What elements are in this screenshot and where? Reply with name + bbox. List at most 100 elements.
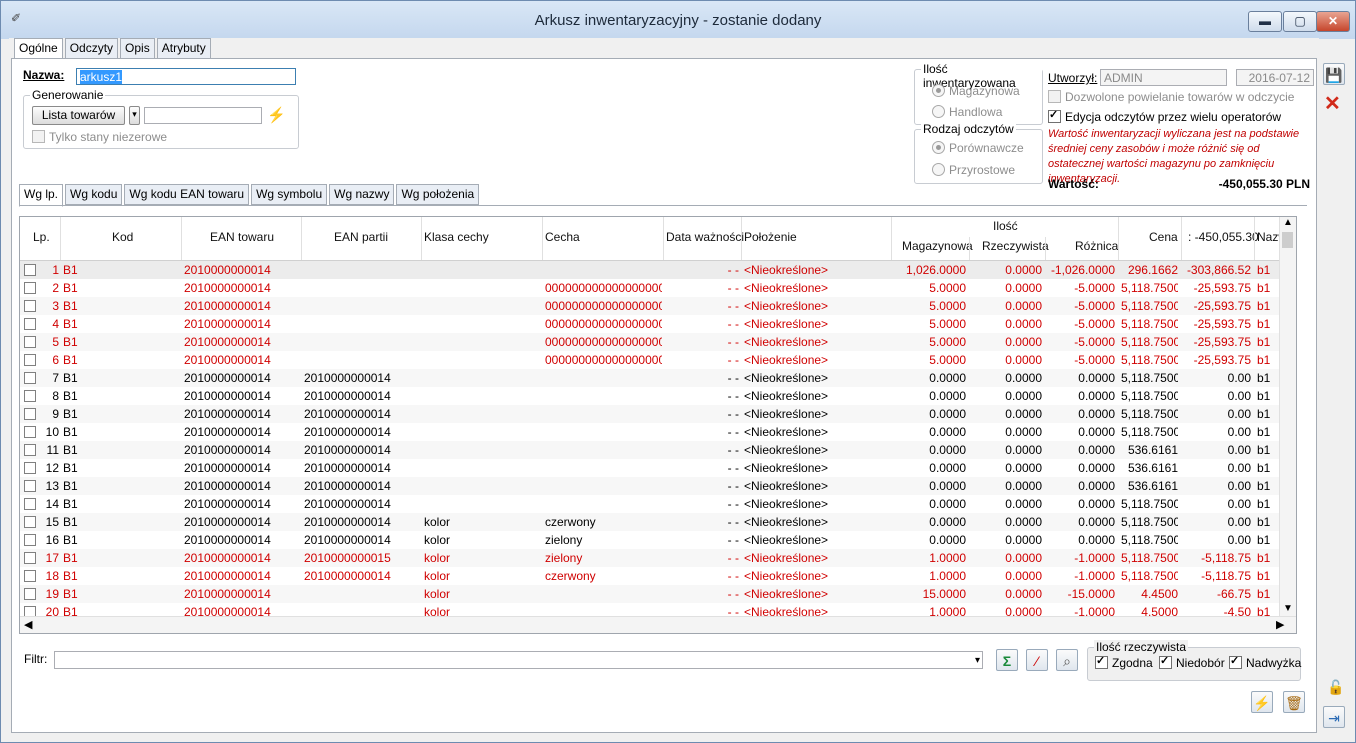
col-cena[interactable]: Cena [1149, 230, 1178, 244]
radio-magazynowa[interactable]: Magazynowa [932, 84, 1020, 98]
table-row[interactable]: 3 B1 2010000000014 0000000000000000002 - - <N… [20, 297, 1286, 315]
tab-wg-lp[interactable]: Wg lp. [19, 184, 64, 207]
cell-mag: 0.0000 [929, 515, 966, 529]
filter-builder-icon[interactable]: ⌕ [1056, 649, 1078, 671]
sum-icon[interactable]: Σ [996, 649, 1018, 671]
trash-icon[interactable]: 🗑 [1283, 691, 1305, 713]
lista-towarow-button[interactable]: Lista towarów [32, 106, 125, 125]
col-klasa-cechy[interactable]: Klasa cechy [424, 230, 489, 244]
minimize-button[interactable]: ▬ [1248, 11, 1282, 32]
col-lp[interactable]: Lp. [33, 230, 50, 244]
row-checkbox[interactable] [24, 444, 36, 456]
name-field[interactable]: arkusz1 [76, 68, 296, 85]
table-row[interactable]: 11 B1 2010000000014 2010000000014 - - <Nieokr… [20, 441, 1286, 459]
col-polozenie[interactable]: Położenie [744, 230, 797, 244]
pin-icon[interactable]: ⇥ [1323, 706, 1345, 728]
cell-wart: 0.00 [1227, 497, 1251, 511]
dozwolone-checkbox[interactable]: Dozwolone powielanie towarów w odczycie [1048, 90, 1294, 104]
maximize-button[interactable]: ▢ [1283, 11, 1317, 32]
tab-odczyty[interactable]: Odczyty [64, 38, 119, 59]
tab-wg-kodu-ean[interactable]: Wg kodu EAN towaru [124, 184, 250, 205]
radio-porownawcze[interactable]: Porównawcze [932, 141, 1024, 155]
filter-input[interactable]: ▾ [54, 651, 983, 669]
tab-wg-nazwy[interactable]: Wg nazwy [329, 184, 395, 205]
row-checkbox[interactable] [24, 462, 36, 474]
col-magazynowa[interactable]: Magazynowa [902, 239, 973, 253]
row-checkbox[interactable] [24, 318, 36, 330]
col-rzeczywista[interactable]: Rzeczywista [982, 239, 1049, 253]
unlock-icon[interactable]: 🔓 [1327, 679, 1344, 696]
table-row[interactable]: 12 B1 2010000000014 2010000000014 - - <Nieokr… [20, 459, 1286, 477]
vertical-scrollbar[interactable]: ▲ ▼ [1279, 217, 1296, 617]
row-checkbox[interactable] [24, 498, 36, 510]
tab-wg-symbolu[interactable]: Wg symbolu [251, 184, 328, 205]
scroll-down-icon[interactable]: ▼ [1283, 603, 1293, 614]
tab-wg-polozenia[interactable]: Wg położenia [396, 184, 480, 205]
row-checkbox[interactable] [24, 354, 36, 366]
row-checkbox[interactable] [24, 570, 36, 582]
table-row[interactable]: 13 B1 2010000000014 2010000000014 - - <Nieokr… [20, 477, 1286, 495]
col-wartosc[interactable]: : -450,055.30 [1188, 230, 1259, 244]
table-row[interactable]: 14 B1 2010000000014 2010000000014 - - <Nieokr… [20, 495, 1286, 513]
table-row[interactable]: 4 B1 2010000000014 0000000000000000003 - - <N… [20, 315, 1286, 333]
table-row[interactable]: 6 B1 2010000000014 0000000000000000005 - - <N… [20, 351, 1286, 369]
col-roznica[interactable]: Różnica [1075, 239, 1118, 253]
scroll-left-icon[interactable]: ◀ [24, 618, 32, 631]
save-icon[interactable]: 💾 [1323, 63, 1345, 85]
table-row[interactable]: 5 B1 2010000000014 0000000000000000004 - - <N… [20, 333, 1286, 351]
tab-atrybuty[interactable]: Atrybuty [156, 38, 211, 59]
scroll-up-icon[interactable]: ▲ [1283, 217, 1293, 228]
table-row[interactable]: 18 B1 2010000000014 2010000000014 kolor czerw… [20, 567, 1286, 585]
table-row[interactable]: 7 B1 2010000000014 2010000000014 - - <Nieokre… [20, 369, 1286, 387]
row-checkbox[interactable] [24, 372, 36, 384]
table-row[interactable]: 16 B1 2010000000014 2010000000014 kolor zielo… [20, 531, 1286, 549]
row-checkbox[interactable] [24, 480, 36, 492]
table-row[interactable]: 10 B1 2010000000014 2010000000014 - - <Nieokr… [20, 423, 1286, 441]
row-checkbox[interactable] [24, 516, 36, 528]
generate-source-field[interactable] [144, 107, 262, 124]
table-row[interactable]: 8 B1 2010000000014 2010000000014 - - <Nieokre… [20, 387, 1286, 405]
row-checkbox[interactable] [24, 264, 36, 276]
col-kod[interactable]: Kod [112, 230, 133, 244]
row-checkbox[interactable] [24, 552, 36, 564]
clear-filter-icon[interactable]: ⁄ [1026, 649, 1048, 671]
lightning-icon[interactable]: ⚡ [267, 106, 286, 124]
niedobor-checkbox[interactable]: Niedobór [1159, 656, 1225, 670]
lista-dropdown-button[interactable]: ▾ [129, 106, 140, 125]
table-row[interactable]: 17 B1 2010000000014 2010000000015 kolor zielo… [20, 549, 1286, 567]
zgodna-checkbox[interactable]: Zgodna [1095, 656, 1153, 670]
horizontal-scrollbar[interactable]: ◀ ▶ [20, 616, 1296, 633]
row-checkbox[interactable] [24, 390, 36, 402]
filter-dropdown-icon[interactable]: ▾ [975, 652, 980, 669]
col-cecha[interactable]: Cecha [545, 230, 580, 244]
only-nonzero-checkbox[interactable]: Tylko stany niezerowe [32, 130, 167, 144]
row-checkbox[interactable] [24, 588, 36, 600]
row-checkbox[interactable] [24, 408, 36, 420]
row-checkbox[interactable] [24, 300, 36, 312]
radio-przyrostowe[interactable]: Przyrostowe [932, 163, 1015, 177]
table-row[interactable]: 19 B1 2010000000014 kolor - - <Nieokreślone> 1… [20, 585, 1286, 603]
col-ean-towaru[interactable]: EAN towaru [210, 230, 274, 244]
col-data-waznosci[interactable]: Data ważności [666, 230, 744, 244]
col-ean-partii[interactable]: EAN partii [334, 230, 388, 244]
vertical-scroll-thumb[interactable] [1282, 232, 1293, 248]
table-row[interactable]: 1 B1 2010000000014 - - <Nieokreślone> 1,026.0… [20, 261, 1286, 279]
row-checkbox[interactable] [24, 534, 36, 546]
row-checkbox[interactable] [24, 282, 36, 294]
table-row[interactable]: 2 B1 2010000000014 0000000000000000001 - - <N… [20, 279, 1286, 297]
tab-wg-kodu[interactable]: Wg kodu [65, 184, 123, 205]
table-row[interactable]: 9 B1 2010000000014 2010000000014 - - <Nieokre… [20, 405, 1286, 423]
edycja-checkbox[interactable]: Edycja odczytów przez wielu operatorów [1048, 110, 1281, 124]
row-checkbox[interactable] [24, 336, 36, 348]
date-field: 2016-07-12 [1236, 69, 1314, 86]
nadwyzka-checkbox[interactable]: Nadwyżka [1229, 656, 1301, 670]
radio-handlowa[interactable]: Handlowa [932, 105, 1002, 119]
table-row[interactable]: 20 B1 2010000000014 kolor - - <Nieokreślone> 1… [20, 603, 1286, 617]
table-row[interactable]: 15 B1 2010000000014 2010000000014 kolor czerw… [20, 513, 1286, 531]
generate-lightning-icon[interactable]: ⚡ [1251, 691, 1273, 713]
row-checkbox[interactable] [24, 426, 36, 438]
scroll-right-icon[interactable]: ▶ [1276, 618, 1284, 631]
tab-opis[interactable]: Opis [120, 38, 155, 59]
close-button[interactable]: ✕ [1316, 11, 1350, 32]
cancel-icon[interactable]: ✕ [1324, 91, 1341, 116]
